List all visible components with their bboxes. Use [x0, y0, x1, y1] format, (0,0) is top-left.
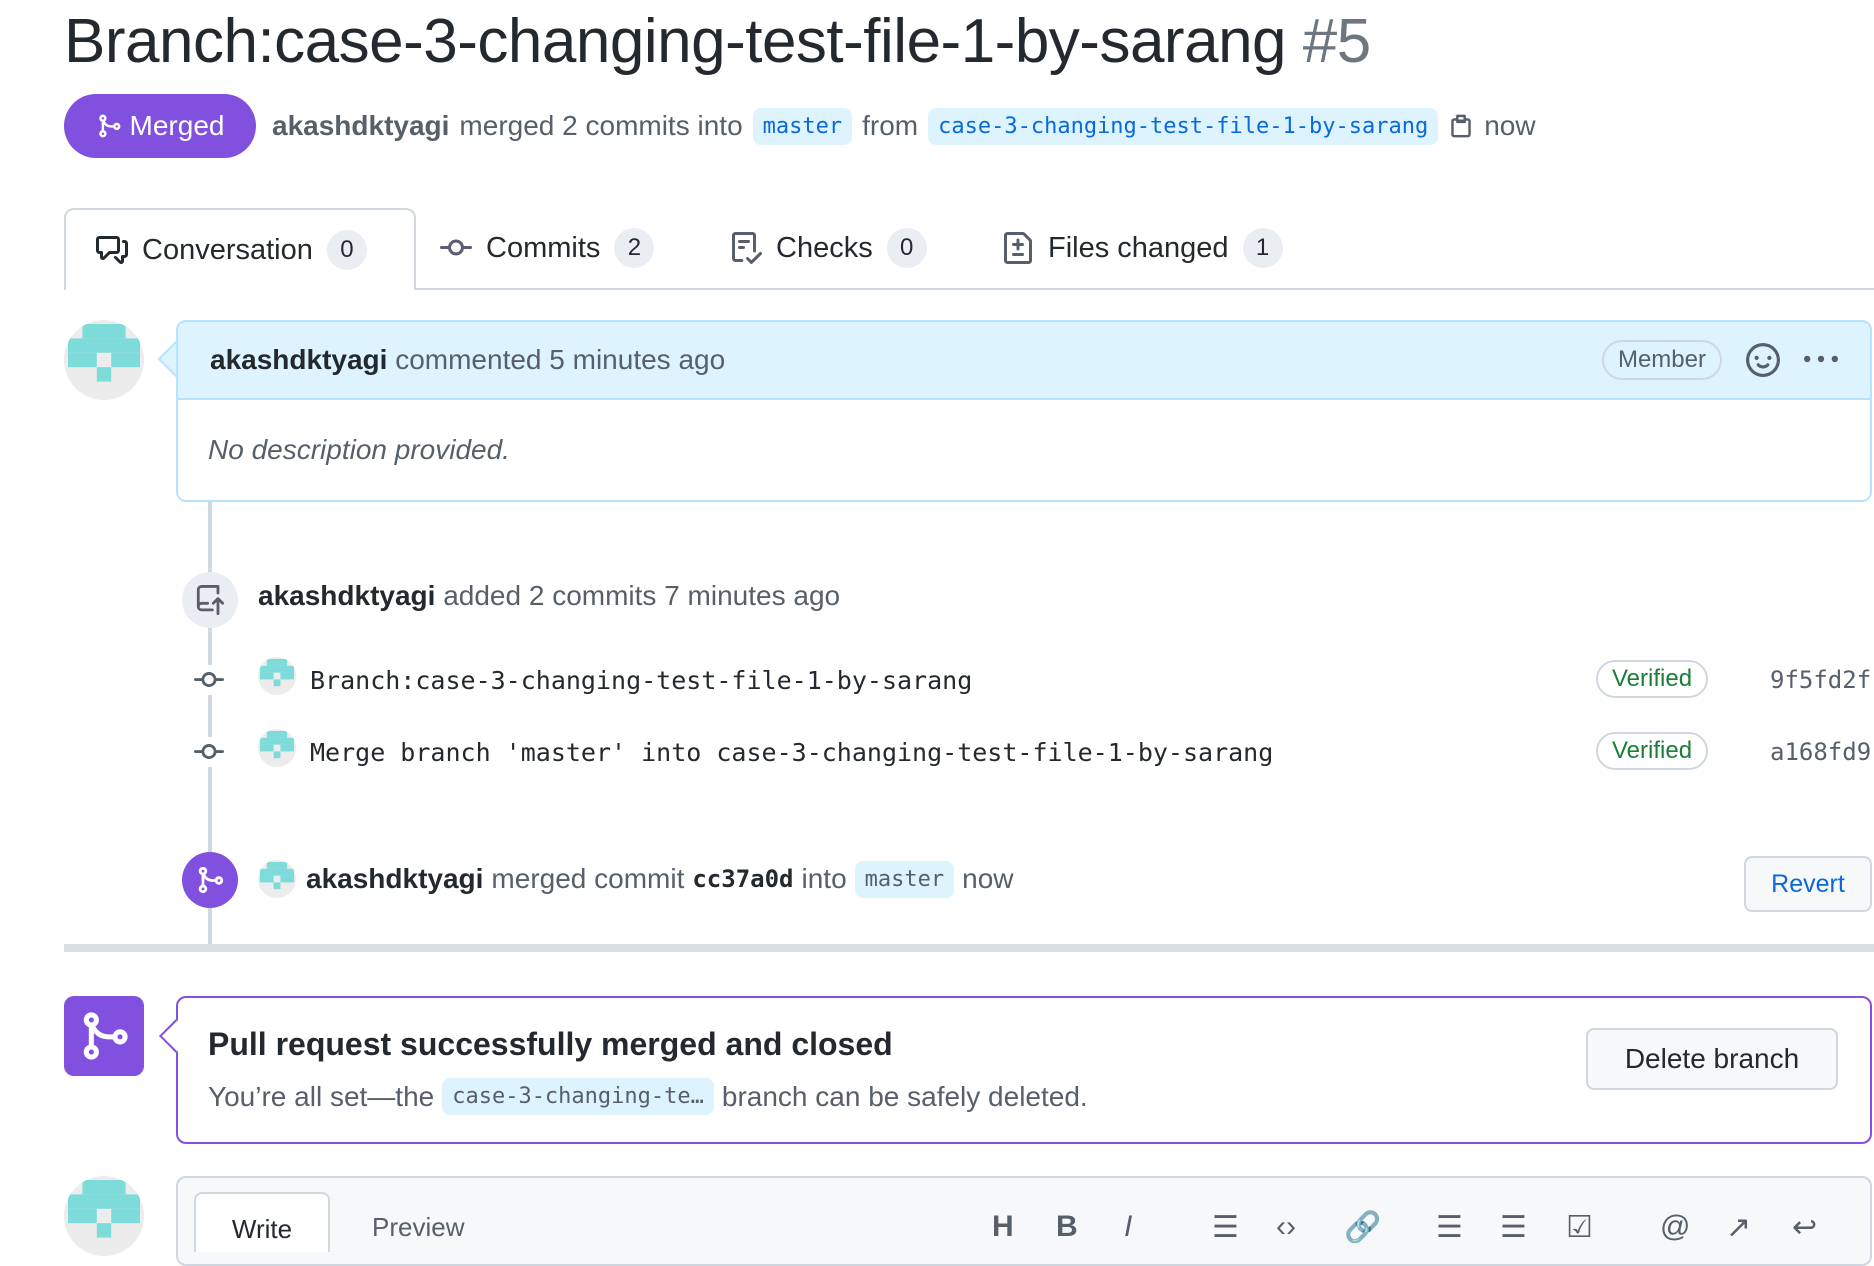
mention-icon[interactable]: @	[1660, 1210, 1690, 1244]
conversation-icon	[96, 236, 128, 264]
commit-icon	[440, 239, 472, 256]
tab-preview[interactable]: Preview	[372, 1212, 464, 1243]
tab-conversation-count: 0	[326, 230, 367, 270]
base-branch[interactable]: master	[752, 107, 853, 145]
commit-dot	[194, 737, 224, 767]
tab-commits-count: 2	[614, 228, 655, 268]
heading-icon[interactable]: H	[992, 1210, 1014, 1244]
pr-title-text: Branch:case-3-changing-test-file-1-by-sa…	[64, 7, 1287, 76]
comment-body: No description provided.	[208, 434, 510, 465]
author-link[interactable]: akashdktyagi	[272, 110, 449, 142]
commit-message[interactable]: Branch:case-3-changing-test-file-1-by-sa…	[310, 655, 972, 705]
merge-event-action: merged commit	[491, 863, 685, 894]
tab-checks-label: Checks	[776, 231, 873, 264]
tab-files-changed[interactable]: Files changed 1	[1002, 208, 1283, 288]
avatar[interactable]	[64, 320, 144, 400]
merge-event-badge	[182, 852, 238, 908]
tab-commits-label: Commits	[486, 231, 601, 264]
identicon-icon	[260, 862, 294, 890]
avatar[interactable]	[64, 1176, 144, 1256]
delete-branch-button[interactable]: Delete branch	[1586, 1028, 1838, 1090]
pr-meta: akashdktyagi merged 2 commits into maste…	[272, 94, 1536, 158]
commit-sha[interactable]: a168fd9	[1770, 738, 1871, 766]
identicon-icon	[68, 324, 140, 382]
bold-icon[interactable]: B	[1056, 1210, 1078, 1244]
commits-event-text: akashdktyagi added 2 commits 7 minutes a…	[258, 580, 840, 612]
merge-icon	[198, 866, 224, 894]
commit-dot	[194, 665, 224, 695]
tab-commits[interactable]: Commits 2	[440, 208, 655, 288]
merged-title: Pull request successfully merged and clo…	[208, 1026, 893, 1062]
verified-badge[interactable]: Verified	[1596, 732, 1709, 770]
merge-into-text: into	[801, 863, 847, 894]
tab-files-changed-count: 1	[1242, 228, 1283, 268]
merge-icon	[83, 1012, 128, 1060]
commit-sha[interactable]: 9f5fd2f	[1770, 666, 1871, 694]
smiley-icon[interactable]	[1746, 343, 1780, 377]
merge-commit-sha[interactable]: cc37a0d	[692, 865, 793, 893]
identicon-icon	[260, 659, 294, 687]
avatar[interactable]	[258, 860, 296, 898]
tab-write[interactable]: Write	[194, 1192, 330, 1252]
comment-box: akashdktyagi commented 5 minutes ago Mem…	[176, 320, 1872, 502]
reply-icon[interactable]: ↩	[1792, 1210, 1817, 1245]
verified-badge[interactable]: Verified	[1596, 660, 1709, 698]
comment-header: akashdktyagi commented 5 minutes ago Mem…	[178, 322, 1870, 400]
tab-conversation-label: Conversation	[142, 233, 313, 266]
repo-push-badge	[182, 572, 238, 628]
link-icon[interactable]: 🔗	[1344, 1210, 1381, 1245]
page-title: Branch:case-3-changing-test-file-1-by-sa…	[64, 4, 1371, 80]
merged-state-icon-box	[64, 996, 144, 1076]
avatar[interactable]	[258, 657, 296, 695]
pr-tabs: Conversation 0 Commits 2 Checks 0 Files …	[64, 208, 1874, 290]
copy-icon[interactable]	[1448, 111, 1474, 141]
merged-subtitle-suffix: branch can be safely deleted.	[721, 1080, 1088, 1112]
merge-event-text: akashdktyagi merged commit cc37a0d into …	[306, 857, 1014, 901]
merged-status-badge: Merged	[64, 94, 256, 158]
merge-target-branch[interactable]: master	[854, 860, 955, 898]
comment-timestamp[interactable]: commented 5 minutes ago	[395, 344, 725, 376]
merged-subtitle: You’re all set—the case-3-changing-te… b…	[208, 1078, 1088, 1115]
from-text: from	[862, 110, 919, 141]
commit-message[interactable]: Merge branch 'master' into case-3-changi…	[310, 727, 1273, 777]
pr-number: #5	[1302, 7, 1371, 76]
merged-branch-chip[interactable]: case-3-changing-te…	[442, 1078, 714, 1115]
merge-event-author[interactable]: akashdktyagi	[306, 863, 483, 895]
merged-label: Merged	[129, 110, 225, 141]
head-branch[interactable]: case-3-changing-test-file-1-by-sarang	[928, 107, 1439, 145]
merge-event-time: now	[962, 863, 1014, 894]
italic-icon[interactable]: I	[1124, 1210, 1132, 1244]
tab-conversation[interactable]: Conversation 0	[64, 208, 416, 290]
code-icon[interactable]: ‹›	[1276, 1210, 1296, 1244]
identicon-icon	[260, 731, 294, 759]
comment-author[interactable]: akashdktyagi	[210, 344, 387, 376]
merge-time: now	[1484, 110, 1536, 141]
revert-button[interactable]: Revert	[1744, 856, 1872, 912]
checklist-icon	[732, 232, 762, 264]
merge-action-text: merged 2 commits into	[459, 110, 743, 141]
task-list-icon[interactable]: ☑	[1566, 1210, 1593, 1245]
timeline-divider	[64, 944, 1874, 952]
file-diff-icon	[1004, 232, 1032, 264]
commit-icon	[194, 672, 224, 688]
avatar[interactable]	[258, 729, 296, 767]
tab-checks-count: 0	[886, 228, 927, 268]
merged-subtitle-prefix: You’re all set—the	[208, 1080, 435, 1112]
bullet-list-icon[interactable]: ☰	[1436, 1210, 1463, 1245]
tab-files-changed-label: Files changed	[1048, 231, 1229, 264]
commits-event-author[interactable]: akashdktyagi	[258, 580, 435, 611]
quote-icon[interactable]: ☰	[1212, 1210, 1239, 1245]
numbered-list-icon[interactable]: ☰	[1500, 1210, 1527, 1245]
commit-icon	[194, 744, 224, 760]
commits-event-action: added 2 commits 7 minutes ago	[443, 580, 841, 611]
member-badge: Member	[1601, 340, 1722, 380]
merge-icon	[98, 114, 120, 138]
repo-push-icon	[196, 585, 225, 615]
reference-icon[interactable]: ↗	[1726, 1210, 1751, 1245]
tab-checks[interactable]: Checks 0	[730, 208, 927, 288]
kebab-horizontal-icon[interactable]	[1804, 343, 1838, 377]
identicon-icon	[68, 1180, 140, 1238]
